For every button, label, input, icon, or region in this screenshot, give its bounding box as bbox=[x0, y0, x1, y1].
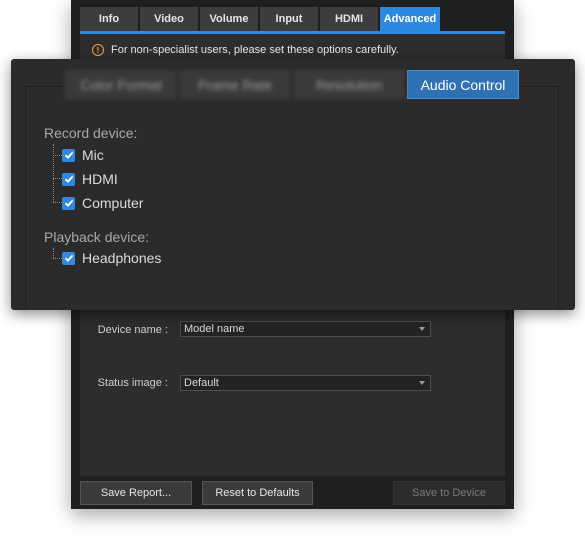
chevron-down-icon bbox=[419, 327, 425, 331]
device-name-value: Model name bbox=[184, 323, 245, 335]
tab-video[interactable]: Video bbox=[140, 7, 198, 31]
checkbox-checked-icon[interactable] bbox=[62, 251, 75, 265]
record-computer-item[interactable]: Computer bbox=[62, 195, 143, 211]
tab-volume[interactable]: Volume bbox=[200, 7, 258, 31]
warning-circle-icon: ! bbox=[92, 44, 104, 56]
tree-branch bbox=[53, 178, 62, 179]
audio-control-panel: Color Format Frame Rate Resolution Audio… bbox=[11, 59, 575, 310]
record-mic-label: Mic bbox=[82, 147, 104, 163]
checkbox-checked-icon[interactable] bbox=[62, 196, 75, 210]
warning-text: For non-specialist users, please set the… bbox=[111, 44, 399, 56]
status-image-select[interactable]: Default bbox=[180, 375, 431, 391]
playback-headphones-item[interactable]: Headphones bbox=[62, 250, 161, 266]
tab-info[interactable]: Info bbox=[80, 7, 138, 31]
record-mic-item[interactable]: Mic bbox=[62, 147, 104, 163]
record-computer-label: Computer bbox=[82, 195, 144, 211]
save-report-button[interactable]: Save Report... bbox=[80, 481, 192, 505]
tab-color-format[interactable]: Color Format bbox=[65, 70, 177, 99]
record-device-label: Record device: bbox=[44, 125, 138, 141]
reset-defaults-button[interactable]: Reset to Defaults bbox=[202, 481, 313, 505]
tab-resolution[interactable]: Resolution bbox=[293, 70, 405, 99]
record-hdmi-item[interactable]: HDMI bbox=[62, 171, 118, 187]
warning-row: ! For non-specialist users, please set t… bbox=[92, 44, 399, 56]
device-name-select[interactable]: Model name bbox=[180, 321, 431, 337]
device-name-label: Device name : bbox=[97, 324, 168, 336]
tree-connector bbox=[53, 248, 54, 258]
tab-input[interactable]: Input bbox=[260, 7, 318, 31]
save-to-device-button[interactable]: Save to Device bbox=[393, 481, 505, 505]
playback-device-label: Playback device: bbox=[44, 229, 150, 245]
sub-tab-bar: Color Format Frame Rate Resolution Audio… bbox=[65, 70, 521, 99]
tab-frame-rate[interactable]: Frame Rate bbox=[179, 70, 291, 99]
tree-branch bbox=[53, 202, 62, 203]
status-image-label: Status image : bbox=[97, 377, 168, 389]
chevron-down-icon bbox=[419, 381, 425, 385]
tab-hdmi[interactable]: HDMI bbox=[320, 7, 378, 31]
checkbox-checked-icon[interactable] bbox=[62, 172, 75, 186]
status-image-value: Default bbox=[184, 377, 219, 389]
playback-headphones-label: Headphones bbox=[82, 250, 162, 266]
checkbox-checked-icon[interactable] bbox=[62, 148, 75, 162]
record-hdmi-label: HDMI bbox=[82, 171, 118, 187]
tab-audio-control[interactable]: Audio Control bbox=[407, 70, 519, 99]
tab-advanced[interactable]: Advanced bbox=[380, 7, 440, 31]
main-tab-bar: Info Video Volume Input HDMI Advanced bbox=[80, 7, 442, 32]
tree-branch bbox=[53, 258, 62, 259]
tree-branch bbox=[53, 155, 62, 156]
tree-connector bbox=[53, 144, 54, 202]
